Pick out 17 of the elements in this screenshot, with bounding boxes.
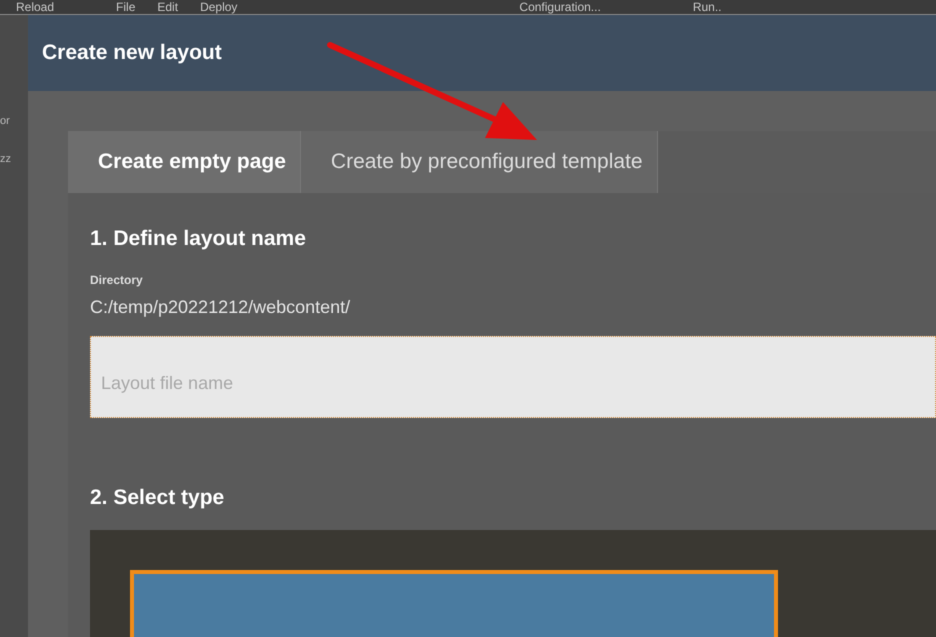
tab[interactable]: Create empty page (68, 131, 301, 193)
menu-item[interactable]: Configuration... (519, 1, 601, 14)
menu-item[interactable]: Deploy (200, 1, 238, 14)
sidebar-text: or (0, 115, 11, 127)
sidebar-text: zz (0, 153, 12, 165)
section-heading: 1. Define layout name (90, 227, 307, 251)
dialog-title: Create new layout (42, 41, 222, 65)
section-heading: 2. Select type (90, 486, 226, 510)
menu-item[interactable]: Reload (16, 1, 54, 14)
tab[interactable]: Create by preconfigured template (300, 131, 658, 193)
file-name-field[interactable]: Layout file name (90, 336, 936, 418)
menu-item[interactable]: Edit (157, 1, 178, 14)
menu-item[interactable]: File (116, 1, 136, 14)
type-card[interactable] (130, 570, 778, 637)
field-label: Directory (90, 273, 144, 287)
directory-path: C:/temp/p20221212/webcontent/ (90, 297, 352, 318)
menu-item[interactable]: Run.. (692, 1, 722, 14)
